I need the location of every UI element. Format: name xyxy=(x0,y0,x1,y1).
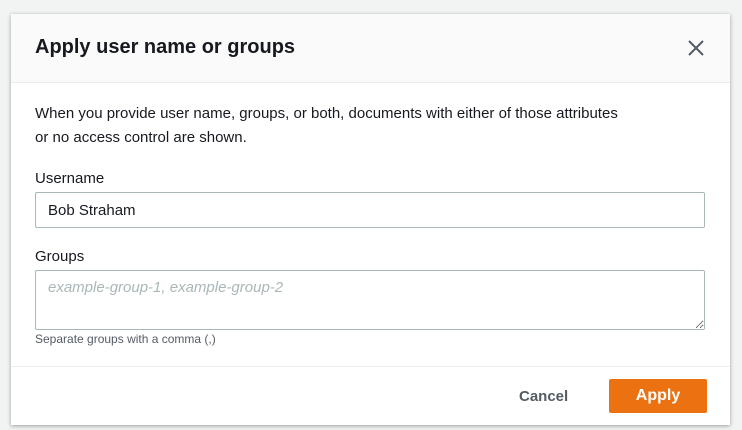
dialog-title: Apply user name or groups xyxy=(35,36,296,58)
cancel-button[interactable]: Cancel xyxy=(501,379,586,413)
username-input[interactable] xyxy=(35,192,705,228)
username-label: Username xyxy=(35,170,105,187)
groups-label: Groups xyxy=(35,248,85,265)
apply-user-groups-dialog: Apply user name or groups When you provi… xyxy=(11,14,730,425)
dialog-description: When you provide user name, groups, or b… xyxy=(35,105,618,146)
groups-textarea[interactable] xyxy=(35,270,705,330)
close-icon[interactable] xyxy=(686,38,706,58)
dialog-footer: Cancel Apply xyxy=(11,366,730,426)
groups-hint: Separate groups with a comma (,) xyxy=(35,332,216,346)
dialog-header: Apply user name or groups xyxy=(11,14,730,83)
apply-button[interactable]: Apply xyxy=(609,379,707,413)
